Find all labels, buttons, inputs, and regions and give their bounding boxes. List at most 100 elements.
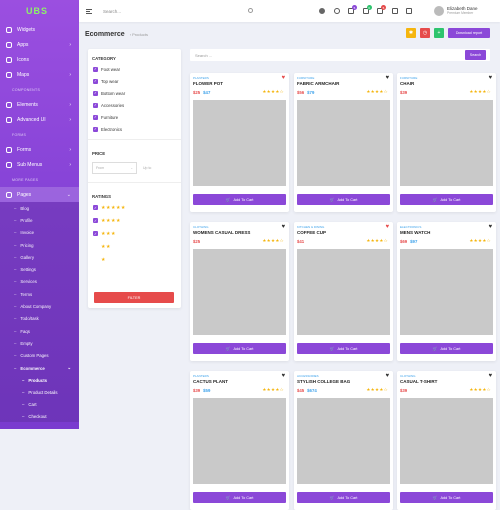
add-to-cart-button[interactable]: 🛒Add To Cart (400, 194, 493, 205)
checkbox-checked-icon[interactable]: ✓ (93, 218, 98, 223)
theme-toggle-icon[interactable] (319, 8, 325, 14)
product-card[interactable]: PLANTERS♥FLOWER POT$25$47★★★★☆🛒Add To Ca… (190, 73, 289, 212)
sidebar-item-elements[interactable]: Elements› (0, 97, 79, 112)
logo[interactable]: UBS (0, 0, 79, 22)
rating-option[interactable]: ✓★★ (88, 240, 181, 253)
checkbox-checked-icon[interactable]: ✓ (93, 103, 98, 108)
add-to-cart-button[interactable]: 🛒Add To Cart (193, 492, 286, 503)
product-card[interactable]: PLANTERS♥CACTUS PLANT$39$59★★★★☆🛒Add To … (190, 371, 289, 510)
category-option[interactable]: ✓Furniture (88, 111, 181, 123)
heart-icon[interactable]: ♥ (281, 373, 285, 379)
sidebar-subitem-about[interactable]: About Company (0, 300, 79, 312)
category-option[interactable]: ✓Electronics (88, 123, 181, 135)
product-card[interactable]: ACCESSORIES♥STYLISH COLLEGE BAG$45$674★★… (294, 371, 393, 510)
product-card[interactable]: FURNITURE♥FABRIC ARMCHAIR$56$79★★★★☆🛒Add… (294, 73, 393, 212)
rating-option[interactable]: ✓★ (88, 253, 181, 266)
sidebar-subitem-todo[interactable]: Todo/task (0, 313, 79, 325)
product-image[interactable] (297, 100, 390, 186)
settings-icon[interactable] (406, 8, 412, 14)
product-image[interactable] (400, 100, 493, 186)
product-image[interactable] (297, 249, 390, 335)
add-to-cart-button[interactable]: 🛒Add To Cart (193, 194, 286, 205)
price-from-select[interactable]: From⌄ (92, 162, 137, 174)
heart-icon[interactable]: ♥ (488, 224, 492, 230)
menu-icon[interactable] (86, 9, 92, 14)
add-to-cart-button[interactable]: 🛒Add To Cart (400, 343, 493, 354)
product-search-input[interactable]: Search ... (190, 49, 490, 61)
sidebar-item-advanced-ui[interactable]: Advanced UI› (0, 112, 79, 127)
sidebar-subitem-empty[interactable]: Empty (0, 337, 79, 349)
sidebar-subitem-settings[interactable]: Settings (0, 263, 79, 275)
rating-option[interactable]: ✓★★★ (88, 227, 181, 240)
sidebar-subitem-pricing[interactable]: Pricing (0, 239, 79, 251)
add-to-cart-button[interactable]: 🛒Add To Cart (297, 492, 390, 503)
product-card[interactable]: CLOTHING♥WOMENS CASUAL DRESS$25★★★★☆🛒Add… (190, 222, 289, 361)
checkbox-checked-icon[interactable]: ✓ (93, 115, 98, 120)
fullscreen-icon[interactable] (392, 8, 398, 14)
add-to-cart-button[interactable]: 🛒Add To Cart (193, 343, 286, 354)
user-menu[interactable]: Elizabeth DanePremium Member (434, 6, 478, 16)
sidebar-subitem-terms[interactable]: Terms (0, 288, 79, 300)
heart-filled-icon[interactable]: ♥ (385, 224, 389, 230)
sidebar-item-apps[interactable]: Apps› (0, 37, 79, 52)
product-image[interactable] (193, 100, 286, 186)
heart-icon[interactable]: ♥ (488, 373, 492, 379)
sidebar-item-icons[interactable]: Icons (0, 52, 79, 67)
product-card[interactable]: KITCHEN & DINING♥COFFEE CUP$41★★★★☆🛒Add … (294, 222, 393, 361)
sidebar-subitem-profile[interactable]: Profile (0, 214, 79, 226)
product-image[interactable] (400, 398, 493, 484)
sidebar-subitem-cart[interactable]: Cart (0, 398, 79, 410)
price-to-input[interactable]: Up to (141, 166, 151, 170)
product-card[interactable]: ELECTRONICS♥MENS WATCH$69$97★★★★☆🛒Add To… (397, 222, 496, 361)
product-card[interactable]: FURNITURE♥CHAIR$39★★★★☆🛒Add To Cart (397, 73, 496, 212)
product-image[interactable] (297, 398, 390, 484)
product-image[interactable] (193, 249, 286, 335)
cart-icon[interactable]: 5 (348, 8, 354, 14)
checkbox-checked-icon[interactable]: ✓ (93, 205, 98, 210)
sidebar-item-sub-menus[interactable]: Sub Menus› (0, 157, 79, 172)
category-option[interactable]: ✓Foot wear (88, 63, 181, 75)
heart-filled-icon[interactable]: ♥ (281, 75, 285, 81)
sidebar-subitem-blog[interactable]: Blog (0, 202, 79, 214)
lightbulb-button[interactable]: ✱ (406, 28, 416, 38)
heart-icon[interactable]: ♥ (281, 224, 285, 230)
checkbox-checked-icon[interactable]: ✓ (93, 127, 98, 132)
category-option[interactable]: ✓Accessories (88, 99, 181, 111)
sidebar-subitem-product-details[interactable]: Product Details (0, 386, 79, 398)
category-option[interactable]: ✓Top wear (88, 75, 181, 87)
heart-icon[interactable]: ♥ (488, 75, 492, 81)
add-button[interactable]: + (434, 28, 444, 38)
search-icon[interactable] (248, 8, 253, 13)
sidebar-subitem-gallery[interactable]: Gallery (0, 251, 79, 263)
product-image[interactable] (193, 398, 286, 484)
sidebar-subitem-ecommerce[interactable]: Ecommerce⌄ (0, 362, 79, 374)
sidebar-item-forms[interactable]: Forms› (0, 142, 79, 157)
sidebar-subitem-services[interactable]: Services (0, 276, 79, 288)
sidebar-subitem-invoice[interactable]: Invoice (0, 227, 79, 239)
category-option[interactable]: ✓Bottom wear (88, 87, 181, 99)
sidebar-subitem-checkout[interactable]: Checkout (0, 410, 79, 422)
heart-icon[interactable]: ♥ (385, 75, 389, 81)
rating-option[interactable]: ✓★★★★★ (88, 201, 181, 214)
sidebar-item-maps[interactable]: Maps› (0, 67, 79, 82)
filter-button[interactable]: FILTER (94, 292, 174, 303)
add-to-cart-button[interactable]: 🛒Add To Cart (400, 492, 493, 503)
clock-button[interactable]: ◷ (420, 28, 430, 38)
rating-option[interactable]: ✓★★★★ (88, 214, 181, 227)
chat-icon[interactable]: 5 (377, 8, 383, 14)
product-search-button[interactable]: Search (465, 50, 486, 60)
add-to-cart-button[interactable]: 🛒Add To Cart (297, 194, 390, 205)
sidebar-item-pages[interactable]: Pages⌄ (0, 187, 79, 202)
sidebar-subitem-products[interactable]: Products (0, 374, 79, 386)
add-to-cart-button[interactable]: 🛒Add To Cart (297, 343, 390, 354)
heart-icon[interactable]: ♥ (385, 373, 389, 379)
checkbox-checked-icon[interactable]: ✓ (93, 79, 98, 84)
checkbox-checked-icon[interactable]: ✓ (93, 231, 98, 236)
checkbox-checked-icon[interactable]: ✓ (93, 91, 98, 96)
moon-icon[interactable] (334, 8, 340, 14)
product-card[interactable]: CLOTHING♥CASUAL T-SHIRT$39★★★★☆🛒Add To C… (397, 371, 496, 510)
bell-icon[interactable]: 3 (363, 8, 369, 14)
search-input[interactable]: Search... (103, 6, 253, 16)
sidebar-item-widgets[interactable]: Widgets (0, 22, 79, 37)
sidebar-subitem-custom-pages[interactable]: Custom Pages (0, 350, 79, 362)
